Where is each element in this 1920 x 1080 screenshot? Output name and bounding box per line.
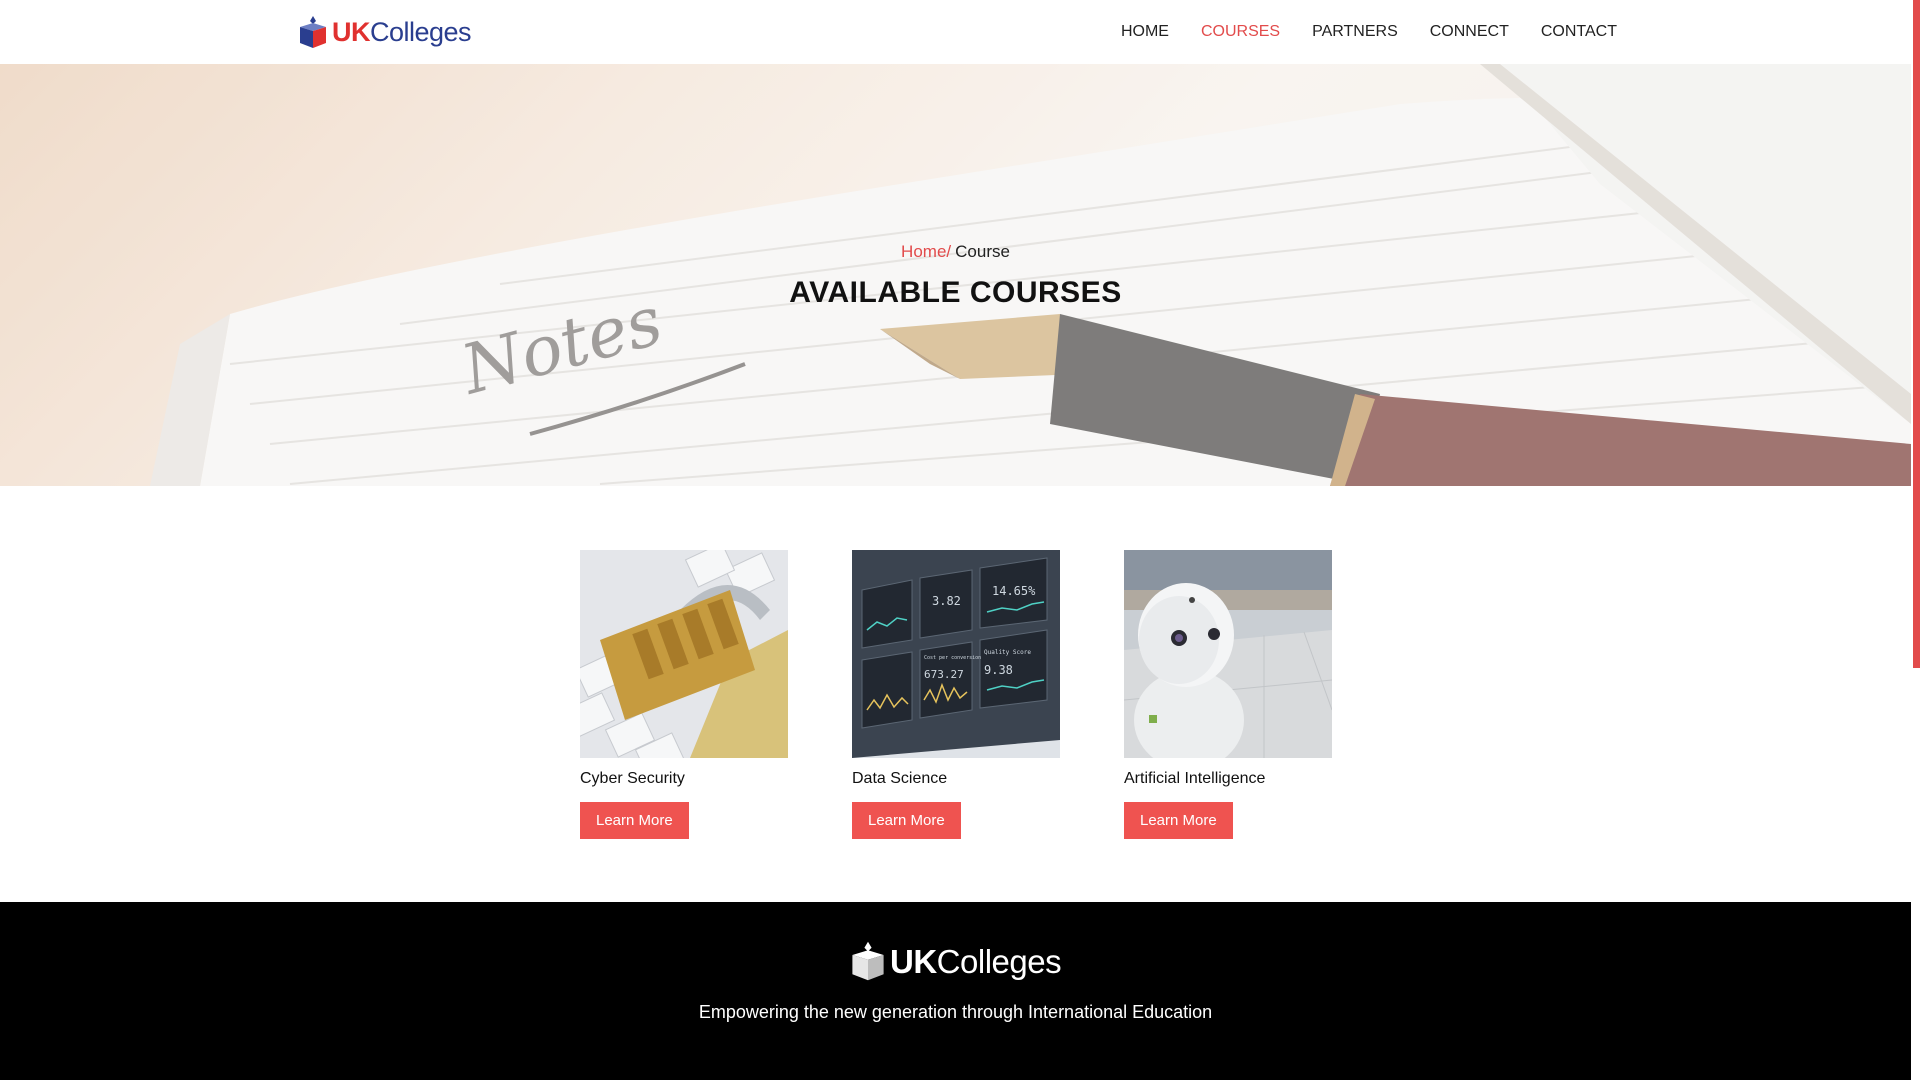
dashboard-value-1: 14.65% [992, 584, 1036, 598]
hero-banner: Notes Home/Course AVAILABLE COURSES [0, 64, 1911, 486]
course-title: Cyber Security [580, 770, 685, 787]
nav-courses[interactable]: COURSES [1201, 23, 1280, 41]
footer-logo-book-icon [852, 941, 884, 981]
footer-logo[interactable]: UKColleges [850, 940, 1062, 982]
logo-colleges-text: Colleges [370, 16, 472, 47]
dashboard-value-3: 673.27 [924, 668, 964, 681]
course-image-padlock [580, 550, 788, 758]
dashboard-value-2: 3.82 [932, 594, 961, 608]
course-title: Data Science [852, 770, 948, 787]
course-list: Cyber Security Learn More 14.65% 3.82 Co… [580, 550, 1332, 839]
footer-logo-uk-text: UK [890, 942, 937, 980]
breadcrumb-separator: / [946, 242, 952, 261]
course-image-robot [1124, 550, 1332, 758]
scrollbar-thumb[interactable] [1913, 0, 1920, 668]
breadcrumb-current: Course [955, 242, 1010, 261]
course-card-artificial-intelligence: Artificial Intelligence Learn More [1124, 550, 1332, 839]
hero-content: Home/Course AVAILABLE COURSES [0, 242, 1911, 310]
footer-tagline: Empowering the new generation through In… [698, 1002, 1213, 1022]
site-footer: UKColleges Empowering the new generation… [0, 902, 1911, 1080]
footer-logo-text: UKColleges [890, 942, 1062, 980]
learn-more-button-cyber-security[interactable]: Learn More [580, 802, 689, 839]
learn-more-button-data-science[interactable]: Learn More [852, 802, 961, 839]
breadcrumb: Home/Course [0, 242, 1911, 262]
breadcrumb-home-link[interactable]: Home [901, 242, 946, 261]
dashboard-label-3: Cost per conversion [924, 655, 981, 661]
course-image-dashboard: 14.65% 3.82 Cost per conversion 673.27 Q… [852, 550, 1060, 758]
footer-logo-colleges-text: Colleges [936, 942, 1062, 980]
site-header: UKColleges HOME COURSES PARTNERS CONNECT… [0, 0, 1911, 64]
dashboard-label-4: Quality Score [984, 649, 1031, 656]
course-title: Artificial Intelligence [1124, 770, 1266, 787]
logo-book-icon [300, 16, 326, 48]
nav-partners[interactable]: PARTNERS [1312, 23, 1398, 41]
nav-contact[interactable]: CONTACT [1541, 23, 1617, 41]
logo-uk-text: UK [332, 16, 371, 47]
page-title: AVAILABLE COURSES [789, 276, 1122, 309]
nav-connect[interactable]: CONNECT [1430, 23, 1509, 41]
nav-home[interactable]: HOME [1121, 23, 1169, 41]
dashboard-value-4: 9.38 [984, 663, 1013, 677]
scrollbar-track[interactable] [1911, 0, 1920, 1080]
header-logo-text: UKColleges [332, 16, 472, 47]
course-card-cyber-security: Cyber Security Learn More [580, 550, 788, 839]
header-logo[interactable]: UKColleges [298, 12, 472, 52]
main-nav: HOME COURSES PARTNERS CONNECT CONTACT [1121, 0, 1617, 64]
learn-more-button-artificial-intelligence[interactable]: Learn More [1124, 802, 1233, 839]
course-card-data-science: 14.65% 3.82 Cost per conversion 673.27 Q… [852, 550, 1060, 839]
